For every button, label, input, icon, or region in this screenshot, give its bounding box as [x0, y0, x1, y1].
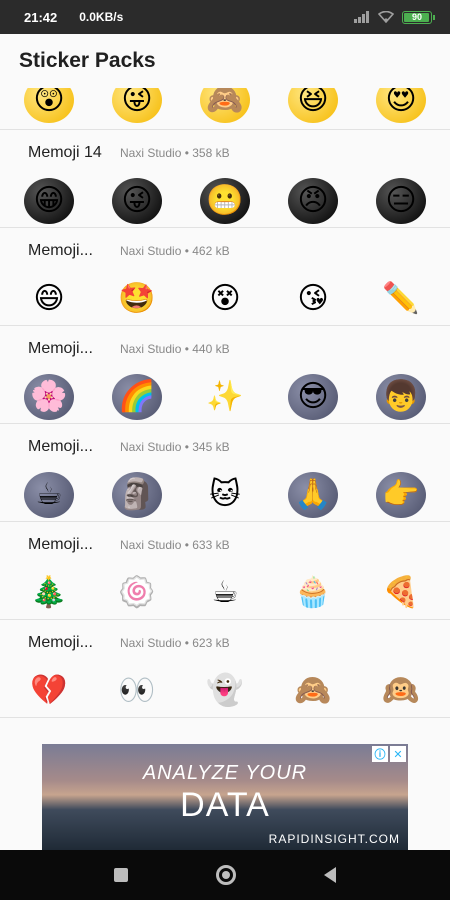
sticker-pack-partial[interactable]: 😲 😜 🙈 😆 😍 — [0, 88, 450, 130]
sticker: 🎄 — [30, 576, 68, 609]
sticker-row: 🎄 🍥 ☕ 🧁 🍕 — [0, 570, 450, 616]
sticker: 👻 — [206, 674, 244, 707]
battery-icon: 90 — [402, 10, 435, 24]
sticker-pack-list[interactable]: 😲 😜 🙈 😆 😍 Memoji 14 Naxi Studio • 358 kB… — [0, 88, 450, 740]
sticker-row: 🌸 🌈 ✨ 😎 👦 — [0, 374, 450, 420]
pack-meta: Naxi Studio • 440 kB — [120, 342, 230, 356]
sticker: ☕ — [211, 576, 239, 609]
ad-banner[interactable]: ⓘ ✕ ANALYZE YOUR DATA RAPIDINSIGHT.COM — [42, 744, 408, 850]
system-nav-bar — [0, 850, 450, 900]
sticker: 👀 — [118, 674, 156, 707]
sticker-pack-item[interactable]: Memoji 14 Naxi Studio • 358 kB 😁 😜 😬 😠 😑 — [0, 130, 450, 228]
pack-publisher: Naxi Studio — [120, 440, 182, 454]
sticker-pack-item[interactable]: Memoji... Naxi Studio • 440 kB 🌸 🌈 ✨ 😎 👦 — [0, 326, 450, 424]
sticker: 🤩 — [118, 282, 156, 315]
pack-name: Memoji 14 — [28, 144, 102, 161]
sticker: 🙏 — [288, 472, 338, 518]
pack-name: Memoji... — [28, 242, 93, 259]
sticker: 😲 — [24, 88, 74, 123]
sticker: ☕ — [24, 472, 74, 518]
sticker-row: 😄 🤩 😵 😘 ✏️ — [0, 276, 450, 322]
sticker: 🐱 — [209, 478, 241, 511]
pack-publisher: Naxi Studio — [120, 538, 182, 552]
sticker: 👉 — [376, 472, 426, 518]
pack-meta: Naxi Studio • 345 kB — [120, 440, 230, 454]
pack-publisher: Naxi Studio — [120, 146, 182, 160]
sticker: 🙈 — [200, 88, 250, 123]
back-button[interactable] — [324, 867, 336, 883]
page-title: Sticker Packs — [19, 49, 156, 72]
sticker: 🙈 — [294, 674, 332, 707]
pack-meta: Naxi Studio • 633 kB — [120, 538, 230, 552]
pack-name: Memoji... — [28, 340, 93, 357]
pack-publisher: Naxi Studio — [120, 244, 182, 258]
sticker: 😜 — [112, 88, 162, 123]
sticker: 😜 — [112, 178, 162, 224]
sticker-pack-item[interactable]: Memoji... Naxi Studio • 623 kB 💔 👀 👻 🙈 🙉 — [0, 620, 450, 718]
ad-url[interactable]: RAPIDINSIGHT.COM — [269, 832, 400, 846]
sticker: 🗿 — [112, 472, 162, 518]
sticker-pack-item[interactable]: Memoji... Naxi Studio • 345 kB ☕ 🗿 🐱 🙏 👉 — [0, 424, 450, 522]
sticker: 🌈 — [112, 374, 162, 420]
pack-size: 623 kB — [192, 636, 230, 650]
sticker: 😆 — [288, 88, 338, 123]
signal-icon — [354, 11, 369, 23]
sticker: 😠 — [288, 178, 338, 224]
sticker: 😎 — [288, 374, 338, 420]
sticker: 😄 — [33, 282, 65, 315]
sticker: 🍥 — [118, 576, 156, 609]
sticker-row: 💔 👀 👻 🙈 🙉 — [0, 668, 450, 714]
sticker: 👦 — [376, 374, 426, 420]
pack-name: Memoji... — [28, 634, 93, 651]
pack-meta: Naxi Studio • 623 kB — [120, 636, 230, 650]
sticker: ✏️ — [382, 282, 420, 315]
sticker: 🧁 — [294, 576, 332, 609]
pack-size: 633 kB — [192, 538, 230, 552]
sticker: 😑 — [376, 178, 426, 224]
sticker: 💔 — [30, 674, 68, 707]
pack-meta: Naxi Studio • 358 kB — [120, 146, 230, 160]
network-speed: 0.0KB/s — [79, 10, 124, 24]
pack-name: Memoji... — [28, 536, 93, 553]
pack-name: Memoji... — [28, 438, 93, 455]
sticker: 😘 — [297, 282, 329, 315]
recents-button[interactable] — [114, 868, 128, 882]
sticker: 😬 — [200, 178, 250, 224]
pack-publisher: Naxi Studio — [120, 636, 182, 650]
battery-level: 90 — [411, 12, 422, 22]
sticker: ✨ — [206, 380, 244, 413]
ad-controls: ⓘ ✕ — [372, 746, 406, 762]
status-bar: 21:42 0.0KB/s 90 — [0, 0, 450, 34]
app-bar: Sticker Packs — [0, 34, 450, 88]
sticker-pack-item[interactable]: Memoji... Naxi Studio • 462 kB 😄 🤩 😵 😘 ✏… — [0, 228, 450, 326]
pack-size: 462 kB — [192, 244, 230, 258]
ad-headline-emphasis: DATA — [180, 786, 270, 824]
pack-size: 345 kB — [192, 440, 230, 454]
pack-publisher: Naxi Studio — [120, 342, 182, 356]
close-icon[interactable]: ✕ — [390, 746, 406, 762]
sticker-row: 😲 😜 🙈 😆 😍 — [0, 88, 450, 129]
home-button[interactable] — [216, 865, 236, 885]
sticker-row: ☕ 🗿 🐱 🙏 👉 — [0, 472, 450, 518]
wifi-icon — [378, 11, 394, 23]
sticker: 🙉 — [382, 674, 420, 707]
sticker: 😍 — [376, 88, 426, 123]
ad-headline: ANALYZE YOUR — [142, 762, 308, 784]
sticker: 🌸 — [24, 374, 74, 420]
sticker: 🍕 — [382, 576, 420, 609]
sticker-pack-item[interactable]: Memoji... Naxi Studio • 633 kB 🎄 🍥 ☕ 🧁 🍕 — [0, 522, 450, 620]
sticker-row: 😁 😜 😬 😠 😑 — [0, 178, 450, 224]
status-time: 21:42 — [24, 9, 58, 25]
info-icon[interactable]: ⓘ — [372, 746, 388, 762]
sticker: 😵 — [209, 282, 241, 315]
pack-size: 358 kB — [192, 146, 230, 160]
pack-meta: Naxi Studio • 462 kB — [120, 244, 230, 258]
status-icons: 90 — [354, 10, 435, 24]
pack-size: 440 kB — [192, 342, 230, 356]
sticker: 😁 — [24, 178, 74, 224]
